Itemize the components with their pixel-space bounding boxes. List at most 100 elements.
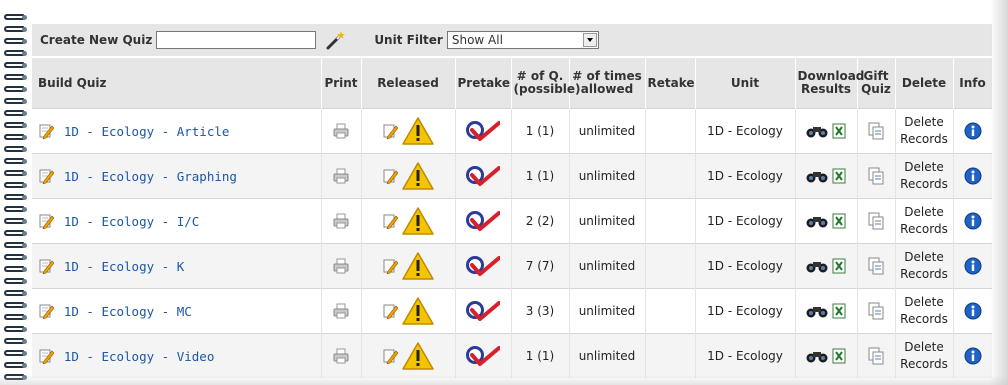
delete-records-link[interactable]: Delete Records bbox=[900, 160, 948, 191]
info-icon[interactable] bbox=[964, 257, 982, 275]
printer-icon[interactable] bbox=[333, 213, 349, 229]
excel-icon[interactable] bbox=[832, 348, 846, 364]
copy-pages-icon[interactable] bbox=[868, 257, 884, 275]
printer-icon[interactable] bbox=[333, 123, 349, 139]
info-icon[interactable] bbox=[964, 302, 982, 320]
copy-pages-icon[interactable] bbox=[868, 212, 884, 230]
create-quiz-input[interactable] bbox=[156, 31, 317, 49]
binoculars-icon[interactable] bbox=[806, 349, 828, 363]
binoculars-icon[interactable] bbox=[806, 169, 828, 183]
col-download-results: Download Results bbox=[795, 58, 864, 109]
spiral-ring bbox=[4, 278, 24, 284]
delete-cell: Delete Records bbox=[895, 108, 954, 154]
binding-hole bbox=[22, 39, 27, 44]
pencil-note-icon[interactable] bbox=[382, 303, 399, 319]
pencil-note-icon[interactable] bbox=[382, 168, 399, 184]
check-mark-icon[interactable] bbox=[466, 255, 500, 277]
pencil-note-icon[interactable] bbox=[38, 258, 54, 274]
info-icon[interactable] bbox=[964, 122, 982, 140]
unit-cell: 1D - Ecology bbox=[695, 108, 796, 154]
excel-icon[interactable] bbox=[832, 303, 846, 319]
magic-wand-icon[interactable] bbox=[324, 29, 346, 51]
released-cell bbox=[361, 198, 456, 244]
copy-pages-icon[interactable] bbox=[868, 167, 884, 185]
delete-records-link[interactable]: Delete Records bbox=[900, 250, 948, 281]
spiral-ring bbox=[4, 326, 24, 332]
delete-records-link[interactable]: Delete Records bbox=[900, 205, 948, 236]
pencil-note-icon[interactable] bbox=[38, 213, 54, 229]
binoculars-icon[interactable] bbox=[806, 304, 828, 318]
chevron-down-icon[interactable] bbox=[582, 33, 597, 47]
delete-records-link[interactable]: Delete Records bbox=[900, 340, 948, 371]
pencil-note-icon[interactable] bbox=[382, 348, 399, 364]
spiral-ring bbox=[4, 26, 24, 32]
print-cell bbox=[321, 288, 362, 334]
quiz-name-link[interactable]: 1D - Ecology - I/C bbox=[64, 214, 199, 229]
check-mark-icon[interactable] bbox=[466, 210, 500, 232]
excel-icon[interactable] bbox=[832, 213, 846, 229]
table-row: 1D - Ecology - K 7 (7) unlimited 1D - Ec… bbox=[32, 243, 992, 289]
check-mark-icon[interactable] bbox=[466, 345, 500, 367]
unit-filter-select[interactable]: Show All bbox=[446, 31, 599, 49]
print-cell bbox=[321, 198, 362, 244]
pencil-note-icon[interactable] bbox=[382, 258, 399, 274]
check-mark-icon[interactable] bbox=[466, 300, 500, 322]
times-allowed-cell: unlimited bbox=[569, 153, 646, 199]
num-questions-cell: 1 (1) bbox=[511, 108, 570, 154]
printer-icon[interactable] bbox=[333, 258, 349, 274]
quiz-name-link[interactable]: 1D - Ecology - K bbox=[64, 259, 184, 274]
warning-triangle-icon bbox=[402, 252, 434, 280]
copy-pages-icon[interactable] bbox=[868, 122, 884, 140]
info-icon[interactable] bbox=[964, 167, 982, 185]
pencil-note-icon[interactable] bbox=[38, 303, 54, 319]
num-questions-cell: 3 (3) bbox=[511, 288, 570, 334]
pretake-cell bbox=[455, 153, 512, 199]
copy-pages-icon[interactable] bbox=[868, 302, 884, 320]
info-icon[interactable] bbox=[964, 347, 982, 365]
check-mark-icon[interactable] bbox=[466, 165, 500, 187]
info-icon[interactable] bbox=[964, 212, 982, 230]
printer-icon[interactable] bbox=[333, 303, 349, 319]
binding-hole bbox=[22, 291, 27, 296]
quiz-name-link[interactable]: 1D - Ecology - Video bbox=[64, 349, 215, 364]
print-cell bbox=[321, 243, 362, 289]
retake-cell bbox=[645, 108, 696, 154]
pencil-note-icon[interactable] bbox=[382, 213, 399, 229]
excel-icon[interactable] bbox=[832, 168, 846, 184]
copy-pages-icon[interactable] bbox=[868, 347, 884, 365]
pencil-note-icon[interactable] bbox=[38, 348, 54, 364]
check-mark-icon[interactable] bbox=[466, 120, 500, 142]
binoculars-icon[interactable] bbox=[806, 124, 828, 138]
excel-icon[interactable] bbox=[832, 123, 846, 139]
gift-quiz-cell bbox=[857, 333, 896, 378]
info-cell bbox=[953, 288, 992, 334]
delete-records-link[interactable]: Delete Records bbox=[900, 295, 948, 326]
quiz-name-link[interactable]: 1D - Ecology - MC bbox=[64, 304, 192, 319]
excel-icon[interactable] bbox=[832, 258, 846, 274]
pretake-cell bbox=[455, 108, 512, 154]
spiral-ring bbox=[4, 158, 24, 164]
pretake-cell bbox=[455, 333, 512, 378]
quiz-name-link[interactable]: 1D - Ecology - Article bbox=[64, 124, 230, 139]
pencil-note-icon[interactable] bbox=[38, 123, 54, 139]
printer-icon[interactable] bbox=[333, 348, 349, 364]
binoculars-icon[interactable] bbox=[806, 214, 828, 228]
delete-cell: Delete Records bbox=[895, 288, 954, 334]
pencil-note-icon[interactable] bbox=[382, 123, 399, 139]
pencil-note-icon[interactable] bbox=[38, 168, 54, 184]
create-quiz-label: Create New Quiz bbox=[40, 33, 153, 47]
printer-icon[interactable] bbox=[333, 168, 349, 184]
pretake-cell bbox=[455, 243, 512, 289]
delete-records-link[interactable]: Delete Records bbox=[900, 115, 948, 146]
binding-hole bbox=[22, 327, 27, 332]
quiz-name-link[interactable]: 1D - Ecology - Graphing bbox=[64, 169, 237, 184]
times-allowed-cell: unlimited bbox=[569, 198, 646, 244]
col-gift-quiz: Gift Quiz bbox=[857, 58, 896, 109]
binding-hole bbox=[22, 171, 27, 176]
binding-hole bbox=[22, 279, 27, 284]
quiz-toolbar: Create New Quiz Unit Filter Show All bbox=[32, 24, 992, 56]
build-quiz-cell: 1D - Ecology - Graphing bbox=[32, 153, 322, 199]
binoculars-icon[interactable] bbox=[806, 259, 828, 273]
col-times-allowed: # of times allowed bbox=[569, 58, 646, 109]
delete-cell: Delete Records bbox=[895, 243, 954, 289]
